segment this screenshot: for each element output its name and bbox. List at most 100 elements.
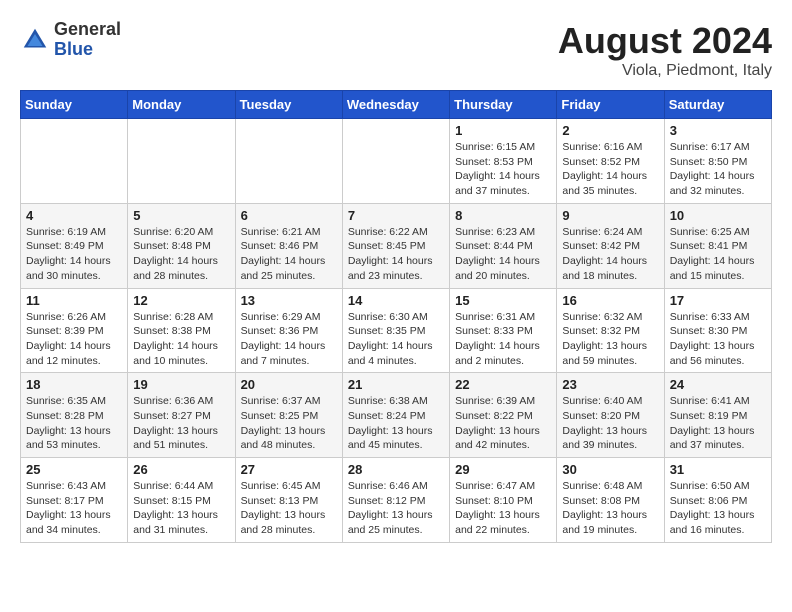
day-number: 30	[562, 462, 658, 477]
day-number: 18	[26, 377, 122, 392]
logo-text: General Blue	[54, 20, 121, 60]
day-info: Sunrise: 6:16 AM Sunset: 8:52 PM Dayligh…	[562, 140, 658, 199]
day-info: Sunrise: 6:29 AM Sunset: 8:36 PM Dayligh…	[241, 310, 337, 369]
logo-icon	[20, 25, 50, 55]
main-title: August 2024	[558, 20, 772, 62]
day-info: Sunrise: 6:47 AM Sunset: 8:10 PM Dayligh…	[455, 479, 551, 538]
calendar-cell	[128, 119, 235, 204]
calendar-cell: 13 Sunrise: 6:29 AM Sunset: 8:36 PM Dayli…	[235, 288, 342, 373]
calendar-cell: 23 Sunrise: 6:40 AM Sunset: 8:20 PM Dayli…	[557, 373, 664, 458]
day-info: Sunrise: 6:20 AM Sunset: 8:48 PM Dayligh…	[133, 225, 229, 284]
day-number: 4	[26, 208, 122, 223]
day-info: Sunrise: 6:39 AM Sunset: 8:22 PM Dayligh…	[455, 394, 551, 453]
day-info: Sunrise: 6:50 AM Sunset: 8:06 PM Dayligh…	[670, 479, 766, 538]
day-number: 22	[455, 377, 551, 392]
day-number: 15	[455, 293, 551, 308]
calendar-cell: 9Sunrise: 6:24 AM Sunset: 8:42 PM Daylig…	[557, 203, 664, 288]
day-info: Sunrise: 6:28 AM Sunset: 8:38 PM Dayligh…	[133, 310, 229, 369]
day-number: 23	[562, 377, 658, 392]
day-info: Sunrise: 6:37 AM Sunset: 8:25 PM Dayligh…	[241, 394, 337, 453]
calendar-cell: 11 Sunrise: 6:26 AM Sunset: 8:39 PM Dayli…	[21, 288, 128, 373]
calendar-cell: 28 Sunrise: 6:46 AM Sunset: 8:12 PM Dayli…	[342, 458, 449, 543]
day-number: 6	[241, 208, 337, 223]
day-info: Sunrise: 6:26 AM Sunset: 8:39 PM Dayligh…	[26, 310, 122, 369]
calendar-cell: 10 Sunrise: 6:25 AM Sunset: 8:41 PM Dayli…	[664, 203, 771, 288]
day-number: 16	[562, 293, 658, 308]
day-number: 8	[455, 208, 551, 223]
calendar-cell: 1Sunrise: 6:15 AM Sunset: 8:53 PM Daylig…	[450, 119, 557, 204]
day-info: Sunrise: 6:41 AM Sunset: 8:19 PM Dayligh…	[670, 394, 766, 453]
day-info: Sunrise: 6:24 AM Sunset: 8:42 PM Dayligh…	[562, 225, 658, 284]
day-number: 27	[241, 462, 337, 477]
day-number: 17	[670, 293, 766, 308]
day-number: 2	[562, 123, 658, 138]
calendar-week-row: 4 Sunrise: 6:19 AM Sunset: 8:49 PM Daylig…	[21, 203, 772, 288]
calendar-cell: 21Sunrise: 6:38 AM Sunset: 8:24 PM Dayli…	[342, 373, 449, 458]
day-number: 19	[133, 377, 229, 392]
day-info: Sunrise: 6:32 AM Sunset: 8:32 PM Dayligh…	[562, 310, 658, 369]
day-number: 7	[348, 208, 444, 223]
day-number: 29	[455, 462, 551, 477]
calendar-cell: 6Sunrise: 6:21 AM Sunset: 8:46 PM Daylig…	[235, 203, 342, 288]
day-info: Sunrise: 6:45 AM Sunset: 8:13 PM Dayligh…	[241, 479, 337, 538]
calendar-cell: 30 Sunrise: 6:48 AM Sunset: 8:08 PM Dayli…	[557, 458, 664, 543]
day-number: 12	[133, 293, 229, 308]
day-number: 31	[670, 462, 766, 477]
calendar-week-row: 18 Sunrise: 6:35 AM Sunset: 8:28 PM Dayli…	[21, 373, 772, 458]
day-number: 5	[133, 208, 229, 223]
day-info: Sunrise: 6:19 AM Sunset: 8:49 PM Dayligh…	[26, 225, 122, 284]
day-number: 10	[670, 208, 766, 223]
logo-blue-text: Blue	[54, 40, 121, 60]
day-number: 28	[348, 462, 444, 477]
day-number: 14	[348, 293, 444, 308]
day-info: Sunrise: 6:46 AM Sunset: 8:12 PM Dayligh…	[348, 479, 444, 538]
calendar-week-row: 11 Sunrise: 6:26 AM Sunset: 8:39 PM Dayli…	[21, 288, 772, 373]
calendar-cell	[235, 119, 342, 204]
calendar-day-header: Sunday	[21, 91, 128, 119]
day-number: 1	[455, 123, 551, 138]
day-number: 26	[133, 462, 229, 477]
day-info: Sunrise: 6:48 AM Sunset: 8:08 PM Dayligh…	[562, 479, 658, 538]
page-header: General Blue August 2024 Viola, Piedmont…	[20, 20, 772, 80]
calendar-cell: 3Sunrise: 6:17 AM Sunset: 8:50 PM Daylig…	[664, 119, 771, 204]
title-block: August 2024 Viola, Piedmont, Italy	[558, 20, 772, 80]
calendar-cell: 2 Sunrise: 6:16 AM Sunset: 8:52 PM Daylig…	[557, 119, 664, 204]
day-info: Sunrise: 6:36 AM Sunset: 8:27 PM Dayligh…	[133, 394, 229, 453]
day-info: Sunrise: 6:35 AM Sunset: 8:28 PM Dayligh…	[26, 394, 122, 453]
calendar-header-row: SundayMondayTuesdayWednesdayThursdayFrid…	[21, 91, 772, 119]
calendar-cell: 8 Sunrise: 6:23 AM Sunset: 8:44 PM Daylig…	[450, 203, 557, 288]
day-number: 11	[26, 293, 122, 308]
calendar-cell: 25 Sunrise: 6:43 AM Sunset: 8:17 PM Dayli…	[21, 458, 128, 543]
day-info: Sunrise: 6:31 AM Sunset: 8:33 PM Dayligh…	[455, 310, 551, 369]
calendar-cell: 4 Sunrise: 6:19 AM Sunset: 8:49 PM Daylig…	[21, 203, 128, 288]
day-number: 25	[26, 462, 122, 477]
day-info: Sunrise: 6:23 AM Sunset: 8:44 PM Dayligh…	[455, 225, 551, 284]
calendar-cell: 29 Sunrise: 6:47 AM Sunset: 8:10 PM Dayli…	[450, 458, 557, 543]
calendar-cell: 20 Sunrise: 6:37 AM Sunset: 8:25 PM Dayli…	[235, 373, 342, 458]
day-number: 20	[241, 377, 337, 392]
day-info: Sunrise: 6:43 AM Sunset: 8:17 PM Dayligh…	[26, 479, 122, 538]
calendar-cell: 19 Sunrise: 6:36 AM Sunset: 8:27 PM Dayli…	[128, 373, 235, 458]
calendar-cell: 24Sunrise: 6:41 AM Sunset: 8:19 PM Dayli…	[664, 373, 771, 458]
calendar-cell: 22 Sunrise: 6:39 AM Sunset: 8:22 PM Dayli…	[450, 373, 557, 458]
day-number: 13	[241, 293, 337, 308]
calendar-cell: 26 Sunrise: 6:44 AM Sunset: 8:15 PM Dayli…	[128, 458, 235, 543]
calendar-day-header: Thursday	[450, 91, 557, 119]
day-info: Sunrise: 6:38 AM Sunset: 8:24 PM Dayligh…	[348, 394, 444, 453]
calendar-day-header: Monday	[128, 91, 235, 119]
calendar-week-row: 25 Sunrise: 6:43 AM Sunset: 8:17 PM Dayli…	[21, 458, 772, 543]
calendar-cell: 16 Sunrise: 6:32 AM Sunset: 8:32 PM Dayli…	[557, 288, 664, 373]
calendar-day-header: Friday	[557, 91, 664, 119]
logo: General Blue	[20, 20, 121, 60]
calendar-cell: 31 Sunrise: 6:50 AM Sunset: 8:06 PM Dayli…	[664, 458, 771, 543]
day-info: Sunrise: 6:33 AM Sunset: 8:30 PM Dayligh…	[670, 310, 766, 369]
calendar-table: SundayMondayTuesdayWednesdayThursdayFrid…	[20, 90, 772, 543]
calendar-day-header: Tuesday	[235, 91, 342, 119]
calendar-cell: 27 Sunrise: 6:45 AM Sunset: 8:13 PM Dayli…	[235, 458, 342, 543]
day-info: Sunrise: 6:25 AM Sunset: 8:41 PM Dayligh…	[670, 225, 766, 284]
day-info: Sunrise: 6:40 AM Sunset: 8:20 PM Dayligh…	[562, 394, 658, 453]
logo-general-text: General	[54, 20, 121, 40]
calendar-week-row: 1Sunrise: 6:15 AM Sunset: 8:53 PM Daylig…	[21, 119, 772, 204]
calendar-cell: 17 Sunrise: 6:33 AM Sunset: 8:30 PM Dayli…	[664, 288, 771, 373]
day-info: Sunrise: 6:44 AM Sunset: 8:15 PM Dayligh…	[133, 479, 229, 538]
